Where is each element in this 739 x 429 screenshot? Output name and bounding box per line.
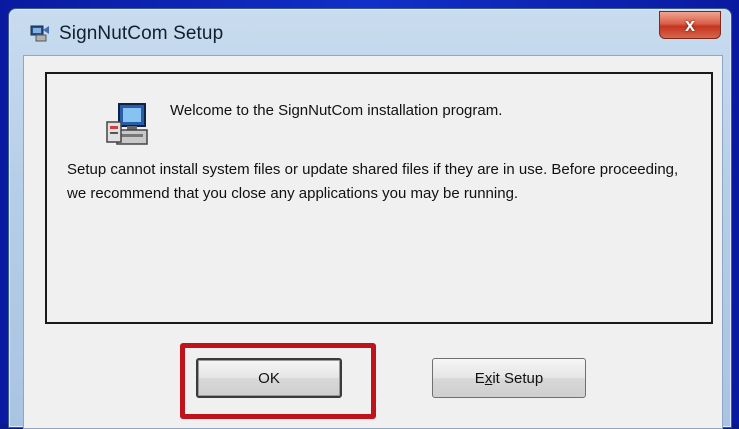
dialog-client-area: Welcome to the SignNutCom installation p… <box>23 55 723 429</box>
installer-computer-icon <box>105 100 155 150</box>
exit-label-part1: E <box>474 369 485 387</box>
welcome-message: Welcome to the SignNutCom installation p… <box>170 102 503 119</box>
warning-message: Setup cannot install system files or upd… <box>67 161 679 202</box>
close-button[interactable]: x <box>659 11 721 39</box>
close-icon: x <box>684 14 695 35</box>
exit-setup-button[interactable]: Exit Setup <box>432 358 586 398</box>
title-bar[interactable]: SignNutCom Setup x <box>9 9 731 49</box>
ok-button-label: OK <box>258 369 280 387</box>
message-panel: Welcome to the SignNutCom installation p… <box>45 72 713 324</box>
ok-button[interactable]: OK <box>196 358 342 398</box>
setup-dialog-window: SignNutCom Setup x Welcome to the SignNu… <box>8 8 732 429</box>
exit-label-part2: it Setup <box>492 369 544 387</box>
setup-app-icon <box>29 22 51 44</box>
window-title: SignNutCom Setup <box>59 23 224 44</box>
exit-setup-label: Exit Setup <box>475 370 543 387</box>
